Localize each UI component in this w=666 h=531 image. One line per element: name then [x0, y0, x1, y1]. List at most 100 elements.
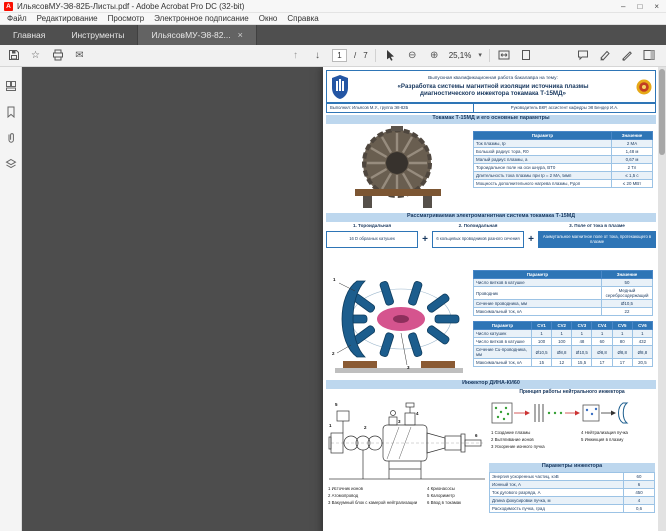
- drawing-legend-left: 1 Источник ионов2 Атомопровод3 Вакуумный…: [328, 487, 423, 508]
- menu-view[interactable]: Просмотр: [103, 14, 150, 23]
- zoom-dropdown-icon[interactable]: ▾: [478, 51, 482, 59]
- pen-icon[interactable]: [619, 47, 634, 63]
- tab-home[interactable]: Главная: [0, 25, 58, 45]
- tab-close-icon[interactable]: ×: [238, 30, 243, 40]
- table-header-cell: CV3: [572, 322, 592, 330]
- section3-title: Инжектор ДИНА-КИ60: [326, 380, 656, 389]
- table-cell: 17: [592, 359, 612, 367]
- tab-tools[interactable]: Инструменты: [58, 25, 137, 45]
- figure-label: 1: [333, 277, 336, 282]
- table-row: Энергия ускоренных частиц, кэВ60: [490, 473, 655, 481]
- page-view-icon[interactable]: [519, 47, 534, 63]
- table-header-cell: CV1: [532, 322, 552, 330]
- toolbar: ☆ ✉ ↑ ↓ 1 / 7 ⊖ ⊕ 25,1% ▾: [0, 45, 666, 67]
- fit-width-icon[interactable]: [497, 47, 512, 63]
- supervisor-line: Руководитель ВКР, ассистент кафедры Э8 Б…: [473, 103, 656, 113]
- table-row: Ток дугового разряда, А450: [490, 489, 655, 497]
- table-cell: 1: [552, 330, 572, 338]
- table-cell: 60: [624, 473, 655, 481]
- select-tool-icon[interactable]: [383, 47, 398, 63]
- list-item: 4 Крионасосы: [427, 487, 485, 492]
- table-header-cell: CV2: [552, 322, 572, 330]
- menu-help[interactable]: Справка: [282, 14, 323, 23]
- table-header-row: ПараметрCV1CV2CV3CV4CV5CV6: [474, 322, 653, 330]
- attachments-icon[interactable]: [4, 131, 17, 144]
- list-item: 2 Вытягивание ионов: [491, 438, 579, 443]
- table-header-cell: CV4: [592, 322, 612, 330]
- table-cell: Мощность дополнительного нагрева плазмы,…: [474, 180, 612, 188]
- bookmarks-icon[interactable]: [4, 105, 17, 118]
- table-cell: Ø8,8: [632, 346, 652, 359]
- table-cell: 12: [552, 359, 572, 367]
- menu-edit[interactable]: Редактирование: [32, 14, 103, 23]
- table-cell: 80: [612, 338, 632, 346]
- table-cell: 0,67 м: [612, 156, 653, 164]
- tab-document[interactable]: ИльясовМУ-Э8-82... ×: [137, 25, 256, 45]
- scrollbar-thumb[interactable]: [659, 69, 665, 155]
- author-line: Выполнил: Ильясов М.У., группа Э8-82Б: [326, 103, 474, 113]
- maximize-button[interactable]: □: [637, 2, 642, 11]
- comment-icon[interactable]: [575, 47, 590, 63]
- close-button[interactable]: ×: [654, 2, 659, 11]
- table-row: Тороидальное поле на оси шнура, BT02 Тл: [474, 164, 653, 172]
- acrobat-logo-icon: A: [4, 2, 13, 11]
- table-cell: 1: [612, 330, 632, 338]
- table-cell: Медный серебросодержащий: [602, 287, 653, 300]
- figure-label: 2: [364, 425, 367, 430]
- previous-page-icon[interactable]: ↑: [288, 47, 303, 63]
- table-cell: Сечение проводника, мм: [474, 300, 602, 308]
- table-cell: Длительность тока плазмы при Ip = 2 МА, …: [474, 172, 612, 180]
- injector-params-title: Параметры инжектора: [489, 463, 655, 472]
- table-row: Большой радиус тора, R01,48 м: [474, 148, 653, 156]
- principle-steps-right: 4 Нейтрализация пучка5 Инжекция в плазму: [581, 431, 655, 445]
- table-row: Максимальный ток, кА22: [474, 308, 653, 316]
- table-row: Ток плазмы, Ip2 МА: [474, 140, 653, 148]
- table-cell: 1: [592, 330, 612, 338]
- figure-label: 1: [329, 423, 332, 428]
- menu-window[interactable]: Окно: [254, 14, 283, 23]
- panel-toggle-icon[interactable]: [641, 47, 656, 63]
- tokamak-photo: [331, 125, 469, 209]
- vertical-scrollbar[interactable]: [658, 67, 666, 531]
- poloidal-col-box: 6 кольцевых проводников разного сечения: [432, 231, 524, 248]
- layers-icon[interactable]: [4, 157, 17, 170]
- list-item: 6 Ввод в токамак: [427, 501, 485, 506]
- table-cell: 2 Тл: [612, 164, 653, 172]
- list-item: 3 Ускорение ионного пучка: [491, 445, 579, 450]
- table-cell: 100: [552, 338, 572, 346]
- highlighter-icon[interactable]: [597, 47, 612, 63]
- zoom-in-icon[interactable]: ⊕: [427, 47, 442, 63]
- menu-esign[interactable]: Электронное подписание: [149, 14, 254, 23]
- save-icon[interactable]: [6, 47, 21, 63]
- table-row: Число витков в катушке50: [474, 279, 653, 287]
- title-bar: A ИльясовМУ-Э8-82Б-Листы.pdf - Adobe Acr…: [0, 0, 666, 13]
- em-system-figure: [329, 269, 469, 375]
- table-row: ПроводникМедный серебросодержащий: [474, 287, 653, 300]
- table-cell: Ø8,8: [612, 346, 632, 359]
- table-cell: 20,5: [632, 359, 652, 367]
- menu-file[interactable]: Файл: [2, 14, 32, 23]
- mail-icon[interactable]: ✉: [72, 47, 87, 63]
- document-canvas[interactable]: Выпускная квалификационная работа бакала…: [23, 67, 658, 531]
- table-cell: ≤ 1,5 с: [612, 172, 653, 180]
- table-cell: Ø10,5: [572, 346, 592, 359]
- zoom-out-icon[interactable]: ⊖: [405, 47, 420, 63]
- table-cell: Ø10,5: [602, 300, 653, 308]
- table-row: Длина фокусировки пучка, м4: [490, 497, 655, 505]
- table-row: Число витков в катушке100100486080432: [474, 338, 653, 346]
- next-page-icon[interactable]: ↓: [310, 47, 325, 63]
- zoom-level[interactable]: 25,1%: [449, 51, 472, 60]
- table-cell: Максимальный ток, кА: [474, 359, 532, 367]
- page-thumbnails-icon[interactable]: [4, 79, 17, 92]
- poster-title-line3: диагностического инжектора токамака Т-15…: [353, 90, 633, 97]
- acrobat-window: A ИльясовМУ-Э8-82Б-Листы.pdf - Adobe Acr…: [0, 0, 666, 531]
- table-cell: Ø8,8: [592, 346, 612, 359]
- print-icon[interactable]: [50, 47, 65, 63]
- table-cell: Энергия ускоренных частиц, кэВ: [490, 473, 624, 481]
- page-number-input[interactable]: 1: [332, 49, 347, 62]
- table-cell: Расходимость пучка, град: [490, 505, 624, 513]
- star-icon[interactable]: ☆: [28, 47, 43, 63]
- table-row: Максимальный ток, кА151215,5171720,5: [474, 359, 653, 367]
- table-cell: Ток плазмы, Ip: [474, 140, 612, 148]
- minimize-button[interactable]: –: [621, 2, 625, 11]
